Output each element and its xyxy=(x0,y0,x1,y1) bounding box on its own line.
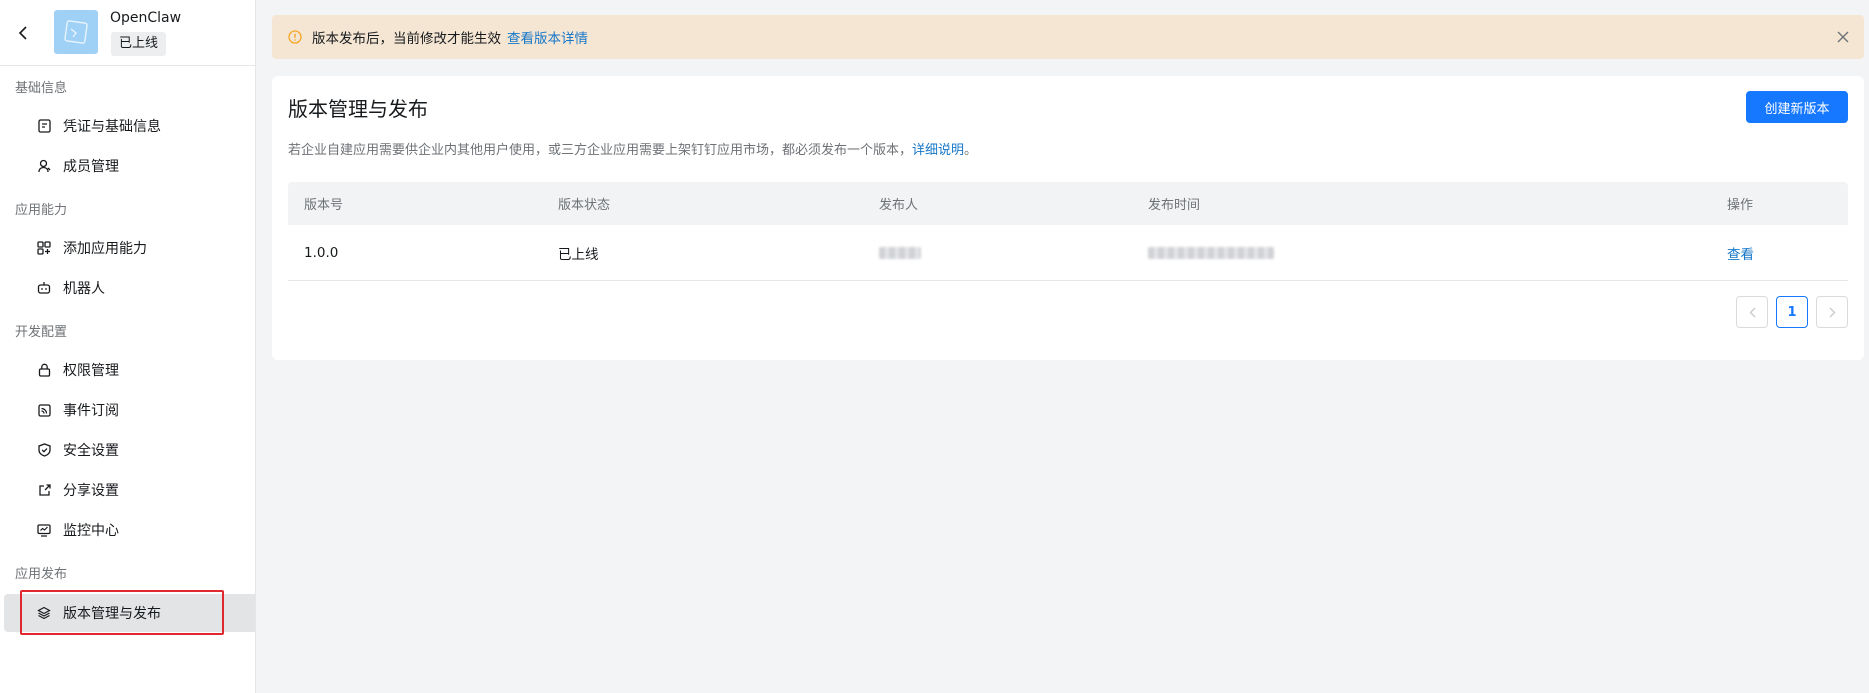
sidebar-item-label: 添加应用能力 xyxy=(63,241,147,257)
version-management-card: 版本管理与发布 若企业自建应用需要供企业内其他用户使用，或三方企业应用需要上架钉… xyxy=(272,76,1864,360)
sidebar-item-label: 分享设置 xyxy=(63,483,119,499)
redacted-publish-time xyxy=(1148,246,1274,259)
cell-status: 已上线 xyxy=(558,246,599,263)
cell-version: 1.0.0 xyxy=(304,244,339,261)
sidebar-item-share[interactable]: 分享设置 xyxy=(0,471,256,509)
member-icon xyxy=(37,159,51,173)
info-warning-icon xyxy=(288,30,302,44)
sidebar-item-label: 凭证与基础信息 xyxy=(63,119,161,135)
pagination: 1 xyxy=(1736,296,1848,328)
sidebar-item-robot[interactable]: 机器人 xyxy=(0,269,256,307)
table-header: 版本号 版本状态 发布人 发布时间 操作 xyxy=(288,182,1848,225)
chevron-left-icon xyxy=(18,26,27,40)
credential-icon xyxy=(37,119,51,133)
sidebar-item-label: 权限管理 xyxy=(63,363,119,379)
sidebar-item-monitor[interactable]: 监控中心 xyxy=(0,511,256,549)
app-status-badge: 已上线 xyxy=(111,32,167,56)
nav-group-title-dev: 开发配置 xyxy=(15,325,68,340)
close-notice-button[interactable] xyxy=(1834,28,1852,46)
app-logo-icon xyxy=(64,20,88,44)
page-number-button[interactable]: 1 xyxy=(1776,296,1808,328)
sidebar-item-events[interactable]: 事件订阅 xyxy=(0,391,256,429)
column-header-publisher: 发布人 xyxy=(879,198,919,213)
nav-group-title-basic: 基础信息 xyxy=(15,81,68,96)
back-button[interactable] xyxy=(12,20,34,46)
sidebar-item-credentials[interactable]: 凭证与基础信息 xyxy=(0,107,256,145)
redacted-publisher xyxy=(879,246,921,259)
sidebar-item-permissions[interactable]: 权限管理 xyxy=(0,351,256,389)
sidebar-item-label: 监控中心 xyxy=(63,523,119,539)
lock-icon xyxy=(37,363,51,377)
notice-banner: 版本发布后，当前修改才能生效 查看版本详情 xyxy=(272,15,1864,59)
create-version-button[interactable]: 创建新版本 xyxy=(1746,91,1848,123)
app-logo xyxy=(54,10,98,54)
robot-icon xyxy=(37,281,51,295)
add-capability-icon xyxy=(37,241,51,255)
cell-publisher xyxy=(879,245,1148,261)
shield-icon xyxy=(37,443,51,457)
column-header-action: 操作 xyxy=(1727,198,1754,213)
notice-text: 版本发布后，当前修改才能生效 xyxy=(312,31,501,47)
chevron-right-icon xyxy=(1829,307,1835,317)
close-icon xyxy=(1837,31,1849,43)
sidebar-item-label: 版本管理与发布 xyxy=(63,606,161,622)
sidebar-item-label: 成员管理 xyxy=(63,159,119,175)
next-page-button[interactable] xyxy=(1816,296,1848,328)
cell-action: 查看 xyxy=(1727,243,1848,263)
cell-publish-time xyxy=(1148,245,1727,261)
sidebar-item-version-management[interactable]: 版本管理与发布 xyxy=(4,594,255,632)
view-version-link[interactable]: 查看 xyxy=(1727,247,1754,263)
nav-group-title-capability: 应用能力 xyxy=(15,203,68,218)
prev-page-button[interactable] xyxy=(1736,296,1768,328)
sidebar-item-security[interactable]: 安全设置 xyxy=(0,431,256,469)
sidebar: OpenClaw 已上线 基础信息 凭证与基础信息 成员管理 应用能力 添加应用… xyxy=(0,0,256,693)
sidebar-item-add-capability[interactable]: 添加应用能力 xyxy=(0,229,256,267)
sidebar-item-label: 安全设置 xyxy=(63,443,119,459)
app-header: OpenClaw 已上线 xyxy=(0,0,255,66)
nav-group-title-publish: 应用发布 xyxy=(15,567,68,582)
description-text: 若企业自建应用需要供企业内其他用户使用，或三方企业应用需要上架钉钉应用市场，都必… xyxy=(288,143,913,158)
page-description: 若企业自建应用需要供企业内其他用户使用，或三方企业应用需要上架钉钉应用市场，都必… xyxy=(288,139,977,158)
app-name: OpenClaw xyxy=(110,10,182,26)
sidebar-item-label: 事件订阅 xyxy=(63,403,119,419)
description-end: 。 xyxy=(964,143,978,158)
column-header-version: 版本号 xyxy=(304,198,344,213)
rss-icon xyxy=(37,403,51,417)
page-title: 版本管理与发布 xyxy=(288,97,428,121)
view-version-details-link[interactable]: 查看版本详情 xyxy=(507,27,588,47)
chevron-left-icon xyxy=(1749,307,1755,317)
sidebar-item-members[interactable]: 成员管理 xyxy=(0,147,256,185)
details-link[interactable]: 详细说明 xyxy=(912,143,964,158)
column-header-status: 版本状态 xyxy=(558,198,611,213)
share-icon xyxy=(37,483,51,497)
table-row: 1.0.0 已上线 查看 xyxy=(288,225,1848,281)
version-table: 版本号 版本状态 发布人 发布时间 操作 1.0.0 已上线 查看 xyxy=(288,182,1848,281)
monitor-icon xyxy=(37,523,51,537)
sidebar-item-label: 机器人 xyxy=(63,281,105,297)
column-header-publish-time: 发布时间 xyxy=(1148,198,1201,213)
layers-icon xyxy=(37,606,51,620)
